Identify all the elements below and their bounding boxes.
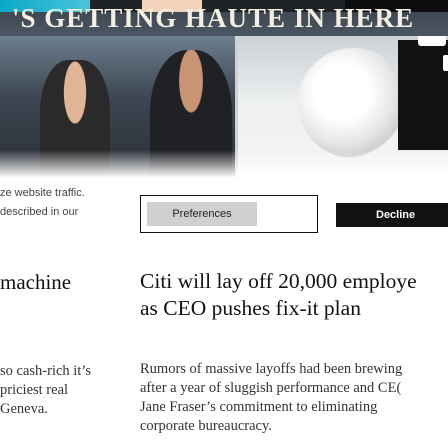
article-summary: so cash-rich it’s priciest real Geneva. [0,362,122,419]
decline-button[interactable]: Decline [336,203,448,227]
article-title[interactable]: machine [0,270,71,295]
summary-line: after a year of sluggish performance and… [140,380,402,396]
hero-headline-banner: 'S GETTING HAUTE IN HERE [0,0,448,36]
summary-line: Rumors of massive layoffs had been brewi… [140,361,403,377]
glass-object [298,48,408,158]
cookie-text: ze website traffic. [0,187,85,199]
title-line[interactable]: as CEO pushes fix-it plan [140,295,448,322]
summary-line: Jane Fraser’s commitment to eliminating [140,399,378,415]
cookie-text: described in our [0,206,79,218]
title-line[interactable]: Citi will lay off 20,000 employe [140,268,448,295]
summary-line: Geneva. [0,401,48,417]
hero-headline-text: 'S GETTING HAUTE IN HERE [12,3,415,33]
dark-object [398,40,448,150]
hero-image[interactable]: 'S GETTING HAUTE IN HERE [0,0,448,178]
preferences-button[interactable]: Preferences [147,202,257,226]
article-card-right-viewport: Citi will lay off 20,000 employe as CEO … [140,260,448,448]
summary-line: priciest real [0,382,69,398]
light-glare [443,55,448,71]
summary-line: corporate bureaucracy. [140,418,272,434]
article-summary: Rumors of massive layoffs had been brewi… [140,360,448,436]
article-title[interactable]: Citi will lay off 20,000 employe as CEO … [140,268,448,322]
hero-fade [0,150,448,178]
summary-line: so cash-rich it’s [0,363,92,379]
